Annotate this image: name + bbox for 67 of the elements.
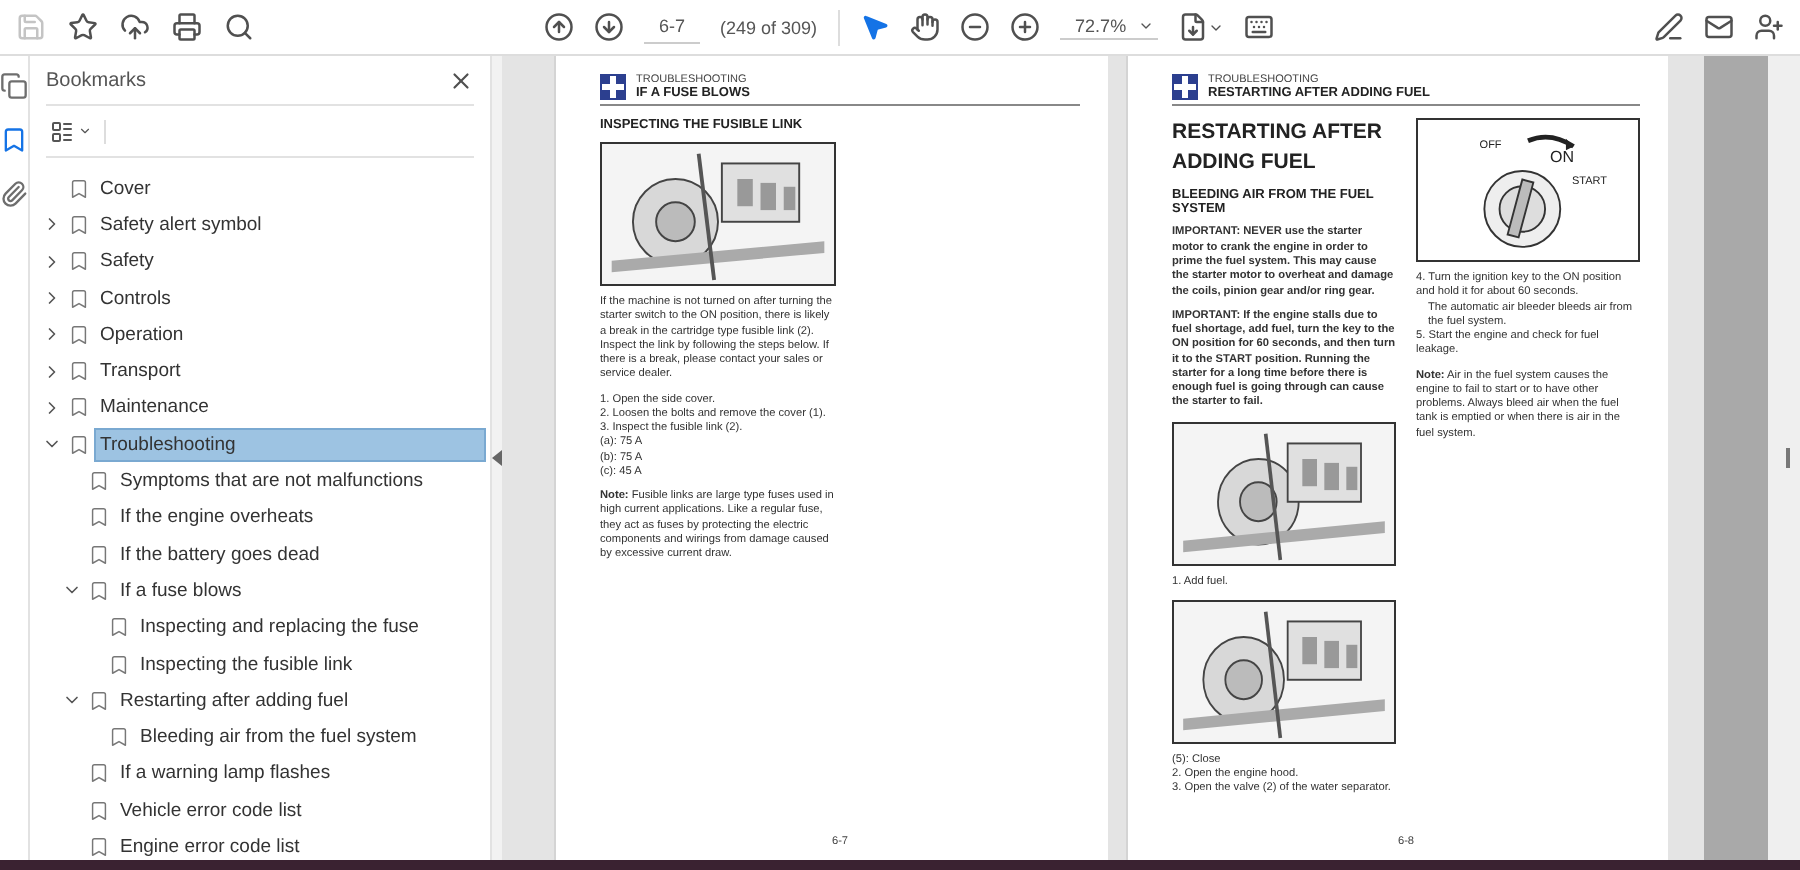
bookmark-icon [88, 579, 110, 602]
collapse-arrow-icon[interactable] [492, 450, 502, 466]
zoom-in-icon[interactable] [1009, 12, 1040, 42]
hand-icon[interactable] [909, 12, 940, 42]
add-user-icon[interactable] [1754, 12, 1784, 42]
pages-icon[interactable] [0, 72, 28, 100]
keyboard-icon[interactable] [1244, 12, 1275, 42]
close-icon[interactable] [448, 67, 474, 93]
bookmark-icon [68, 433, 90, 456]
bookmark-item[interactable]: If the battery goes dead [114, 537, 486, 572]
bookmark-icon [68, 287, 90, 310]
bookmark-item[interactable]: Transport [94, 354, 486, 389]
bookmark-icon [68, 177, 90, 200]
logo-icon [1172, 74, 1198, 100]
bookmark-item[interactable]: Safety [94, 244, 486, 279]
bookmark-icon [88, 835, 110, 858]
bookmark-item[interactable]: Symptoms that are not malfunctions [114, 464, 486, 499]
bookmark-icon [68, 250, 90, 273]
bookmark-item[interactable]: If a fuse blows [114, 573, 486, 608]
next-page-icon[interactable] [594, 12, 624, 42]
bookmark-item[interactable]: Engine error code list [114, 829, 486, 864]
on-label: ON [1550, 148, 1574, 166]
scrollbar[interactable] [1786, 448, 1790, 468]
logo-icon [600, 74, 626, 100]
paperclip-icon[interactable] [0, 180, 28, 208]
bookmark-icon [108, 616, 130, 639]
bookmark-item[interactable]: If a warning lamp flashes [114, 756, 486, 791]
panel-title: Bookmarks [46, 69, 147, 91]
bookmark-icon [88, 689, 110, 712]
bookmark-icon [88, 762, 110, 785]
bookmark-item[interactable]: Controls [94, 281, 486, 316]
cloud-upload-icon[interactable] [120, 12, 150, 42]
search-icon[interactable] [224, 12, 254, 42]
zoom-out-icon[interactable] [959, 12, 990, 42]
pen-icon[interactable] [1654, 12, 1684, 42]
bookmark-icon [108, 726, 130, 749]
bookmark-icon [88, 799, 110, 822]
page-count: (249 of 309) [720, 17, 818, 37]
options-menu-icon[interactable] [46, 119, 106, 143]
bookmark-icon [88, 506, 110, 529]
bookmark-item[interactable]: Operation [94, 317, 486, 352]
bookmark-icon [68, 213, 90, 236]
bookmark-item[interactable]: Cover [94, 171, 486, 206]
bookmark-item[interactable]: Restarting after adding fuel [114, 683, 486, 718]
bookmark-item[interactable]: Vehicle error code list [114, 793, 486, 828]
bookmark-icon [88, 543, 110, 566]
page-fit-icon[interactable] [1178, 12, 1225, 42]
bookmark-icon [68, 360, 90, 383]
bookmark-icon [68, 396, 90, 419]
page-heading: RESTARTING AFTER ADDING FUEL [1172, 118, 1384, 179]
bookmark-item[interactable]: Inspecting the fusible link [134, 647, 486, 681]
bookmark-icon [108, 653, 130, 675]
previous-page-icon[interactable] [544, 12, 574, 42]
pointer-icon[interactable] [859, 12, 890, 42]
bookmark-item[interactable]: Troubleshooting [94, 427, 486, 462]
bookmark-item[interactable]: Inspecting and replacing the fuse [134, 610, 486, 645]
bookmark-item[interactable]: If the engine overheats [114, 500, 486, 535]
print-icon[interactable] [172, 12, 202, 42]
bookmark-item[interactable]: Safety alert symbol [94, 207, 486, 242]
star-icon[interactable] [68, 12, 98, 42]
mail-icon[interactable] [1704, 12, 1734, 42]
bookmark-icon [68, 323, 90, 346]
bookmark-item[interactable]: Maintenance [94, 390, 486, 425]
bookmark-icon [88, 470, 110, 493]
bookmark-icon[interactable] [0, 126, 28, 154]
zoom-dropdown[interactable]: 72.7% [1059, 15, 1159, 39]
bookmark-item[interactable]: Bleeding air from the fuel system [134, 720, 486, 755]
